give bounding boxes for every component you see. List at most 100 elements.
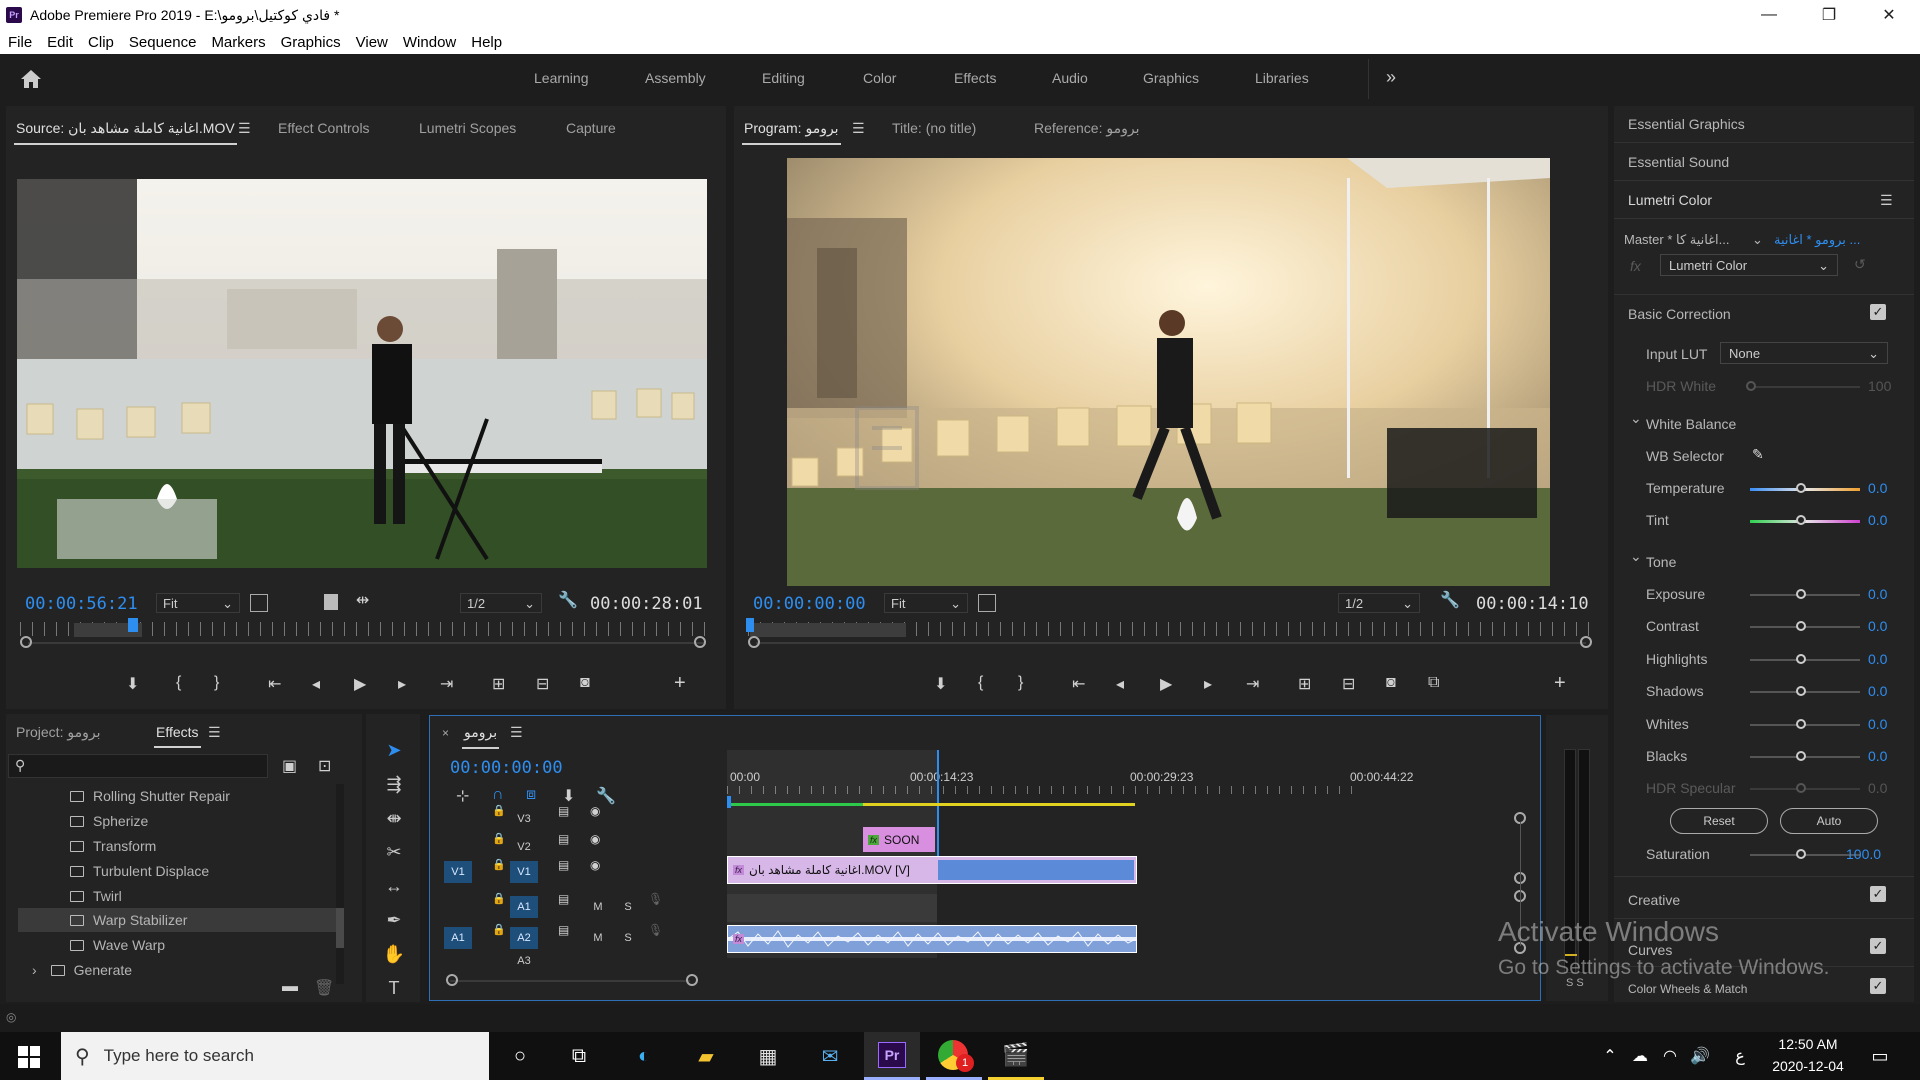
white-balance-header[interactable]: White Balance xyxy=(1646,416,1736,432)
mute-button[interactable]: M xyxy=(584,896,612,918)
source-resolution-dropdown[interactable]: 1/2 ⌄ xyxy=(460,593,542,613)
timeline-zoom-bar[interactable] xyxy=(450,980,690,982)
mark-in-icon[interactable]: { xyxy=(978,674,983,692)
menu-graphics[interactable]: Graphics xyxy=(281,34,341,51)
creative-checkbox[interactable]: ✓ xyxy=(1870,886,1886,902)
tab-effect-controls[interactable]: Effect Controls xyxy=(278,120,370,136)
timeline-settings-icon[interactable]: 🔧 xyxy=(596,786,616,806)
overwrite-icon[interactable]: ⊟ xyxy=(536,674,549,694)
mark-out-icon[interactable]: } xyxy=(214,674,219,692)
new-folder-icon[interactable]: ▬ xyxy=(282,978,298,996)
drag-video-icon[interactable]: ⇹ xyxy=(356,590,369,610)
temperature-value[interactable]: 0.0 xyxy=(1868,480,1887,496)
menu-sequence[interactable]: Sequence xyxy=(129,34,197,51)
whites-knob[interactable] xyxy=(1796,719,1806,729)
selection-tool-icon[interactable]: ➤ xyxy=(382,738,406,762)
workspace-effects[interactable]: Effects xyxy=(954,70,997,86)
tint-value[interactable]: 0.0 xyxy=(1868,512,1887,528)
saturation-value[interactable]: 100.0 xyxy=(1846,846,1881,862)
audio-clip[interactable]: fx xyxy=(727,925,1137,953)
microphone-icon[interactable]: 🎙 xyxy=(648,923,663,937)
tint-knob[interactable] xyxy=(1796,515,1806,525)
workspace-editing[interactable]: Editing xyxy=(762,70,805,86)
mail-icon[interactable]: ✉ xyxy=(814,1040,846,1072)
graphic-clip-soon[interactable]: fx SOON xyxy=(863,827,935,852)
solo-button[interactable]: S xyxy=(614,896,642,918)
chrome-taskbar-item[interactable]: 1 xyxy=(926,1032,982,1080)
source-playhead-timecode[interactable]: 00:00:56:21 xyxy=(25,594,138,614)
effect-item[interactable]: Spherize xyxy=(18,809,346,833)
snap-icon[interactable]: ∩ xyxy=(492,786,504,804)
track-v1[interactable]: V1 xyxy=(510,861,538,883)
maximize-button[interactable]: ❐ xyxy=(1800,0,1858,30)
menu-window[interactable]: Window xyxy=(403,34,456,51)
minimize-button[interactable]: — xyxy=(1740,0,1798,30)
effect-item[interactable]: Wave Warp xyxy=(18,933,346,957)
program-zoom-end-handle[interactable] xyxy=(1580,636,1592,648)
tab-source[interactable]: Source: اغانية كاملة مشاهد بان.MOV xyxy=(14,120,237,145)
nest-icon[interactable]: ⊹ xyxy=(456,786,469,806)
basic-correction-header[interactable]: Basic Correction xyxy=(1628,306,1731,322)
video-clip[interactable]: fx اغانية كاملة مشاهد بان.MOV [V] xyxy=(727,856,1137,884)
onedrive-icon[interactable]: ☁ xyxy=(1624,1040,1656,1072)
program-zoom-start-handle[interactable] xyxy=(748,636,760,648)
file-explorer-icon[interactable]: ▰ xyxy=(690,1040,722,1072)
reset-effect-icon[interactable]: ↺ xyxy=(1854,256,1866,273)
color-wheels-header[interactable]: Color Wheels & Match xyxy=(1628,982,1747,996)
slip-tool-icon[interactable]: ↔ xyxy=(382,874,406,898)
highlights-knob[interactable] xyxy=(1796,654,1806,664)
color-wheels-checkbox[interactable]: ✓ xyxy=(1870,978,1886,994)
input-language-indicator[interactable]: ع xyxy=(1724,1040,1756,1072)
extract-icon[interactable]: ⊟ xyxy=(1342,674,1355,694)
menu-file[interactable]: File xyxy=(8,34,32,51)
program-resolution-dropdown[interactable]: 1/2 ⌄ xyxy=(1338,593,1420,613)
sync-lock-icon[interactable]: ▤ xyxy=(558,892,569,906)
basic-correction-checkbox[interactable]: ✓ xyxy=(1870,304,1886,320)
clock-time[interactable]: 12:50 AM xyxy=(1768,1036,1848,1052)
essential-sound-tab[interactable]: Essential Sound xyxy=(1628,154,1729,170)
timeline-menu-icon[interactable]: ☰ xyxy=(510,724,523,741)
effects-menu-icon[interactable]: ☰ xyxy=(208,724,221,741)
menu-view[interactable]: View xyxy=(356,34,388,51)
volume-icon[interactable]: 🔊 xyxy=(1684,1040,1716,1072)
effect-item[interactable]: Turbulent Displace xyxy=(18,859,346,883)
track-v3[interactable]: V3 xyxy=(510,808,538,830)
sync-lock-icon[interactable]: ▤ xyxy=(558,832,569,846)
source-zoom-end-handle[interactable] xyxy=(694,636,706,648)
comparison-view-icon[interactable]: ⧉ xyxy=(1428,674,1439,692)
task-view-icon[interactable]: ⧉ xyxy=(563,1040,595,1072)
program-playhead-timecode[interactable]: 00:00:00:00 xyxy=(753,594,866,614)
razor-tool-icon[interactable]: ✂ xyxy=(382,840,406,864)
timeline-playhead[interactable] xyxy=(727,796,731,808)
source-fit-dropdown[interactable]: Fit ⌄ xyxy=(156,593,240,613)
go-to-out-icon[interactable]: ⇥ xyxy=(440,674,453,694)
workspace-libraries[interactable]: Libraries xyxy=(1255,70,1309,86)
eye-icon[interactable]: ◉ xyxy=(590,804,600,818)
new-bin-icon[interactable]: ▣ xyxy=(282,756,297,776)
workspace-learning[interactable]: Learning xyxy=(534,70,589,86)
chevron-down-icon[interactable]: ⌄ xyxy=(1752,232,1763,248)
program-playhead[interactable] xyxy=(746,618,754,632)
edge-browser-icon[interactable]: ◐ xyxy=(628,1040,660,1072)
linked-selection-icon[interactable]: ⧈ xyxy=(526,786,536,804)
taskbar-search-input[interactable]: ⚲ Type here to search xyxy=(61,1032,489,1080)
cortana-icon[interactable]: ○ xyxy=(504,1040,536,1072)
shadows-knob[interactable] xyxy=(1796,686,1806,696)
sync-lock-icon[interactable]: ▤ xyxy=(558,804,569,818)
settings-icon[interactable] xyxy=(324,594,338,610)
tab-project[interactable]: Project: برومو xyxy=(16,724,100,741)
shadows-value[interactable]: 0.0 xyxy=(1868,683,1887,699)
contrast-knob[interactable] xyxy=(1796,621,1806,631)
home-icon[interactable] xyxy=(20,69,42,89)
menu-markers[interactable]: Markers xyxy=(211,34,265,51)
tab-sequence[interactable]: برومو xyxy=(461,724,500,749)
reset-button[interactable]: Reset xyxy=(1670,808,1768,834)
safe-margins-icon[interactable] xyxy=(978,594,996,612)
clock-date[interactable]: 2020-12-04 xyxy=(1766,1058,1850,1074)
source-playhead[interactable] xyxy=(128,618,138,632)
close-sequence-icon[interactable]: × xyxy=(442,726,449,740)
effect-item[interactable]: Transform xyxy=(18,834,346,858)
add-marker-icon[interactable]: ⬇ xyxy=(934,674,947,694)
camera-icon[interactable]: ◙ xyxy=(580,674,590,692)
creative-header[interactable]: Creative xyxy=(1628,892,1680,908)
